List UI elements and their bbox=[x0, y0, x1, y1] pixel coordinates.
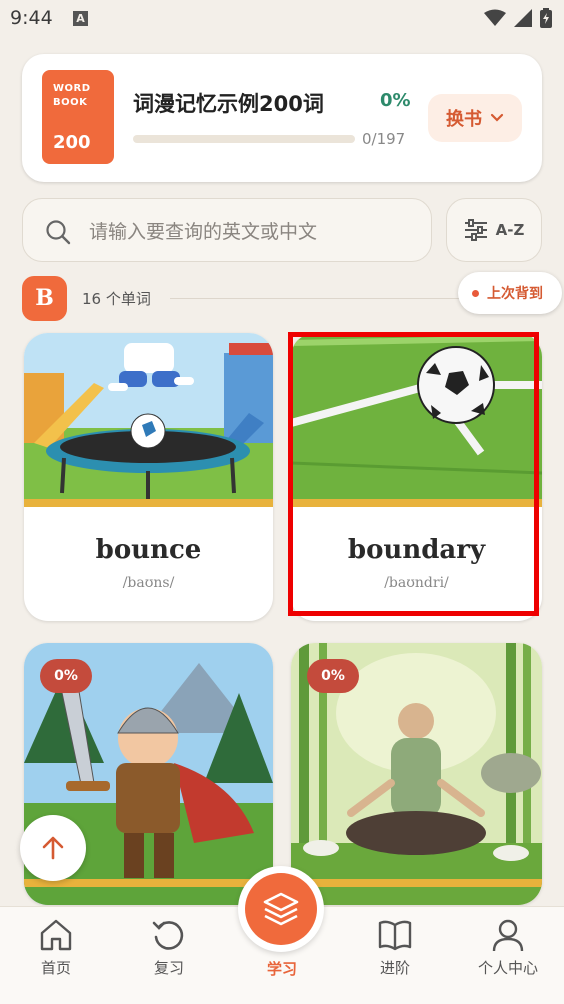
card-illustration bbox=[291, 333, 542, 499]
sort-label: A-Z bbox=[495, 221, 525, 239]
book-cover-number: 200 bbox=[53, 132, 91, 153]
home-icon bbox=[40, 919, 72, 951]
progress-percent: 0% bbox=[380, 90, 411, 111]
status-bar: 9:44 A bbox=[0, 0, 564, 40]
card-phonetic: /baʊndri/ bbox=[384, 575, 449, 591]
nav-profile-label: 个人中心 bbox=[477, 959, 538, 977]
sliders-icon bbox=[464, 219, 487, 241]
section-divider bbox=[170, 298, 470, 299]
wifi-icon bbox=[484, 9, 506, 26]
card-accent-bar bbox=[291, 879, 542, 887]
last-learned-label: 上次背到 bbox=[487, 286, 543, 302]
review-icon bbox=[152, 921, 184, 950]
nav-advanced-label: 进阶 bbox=[379, 959, 410, 977]
word-card-bounce[interactable]: bounce /baʊns/ bbox=[24, 333, 273, 621]
section-letter-badge: B bbox=[22, 276, 67, 321]
search-icon bbox=[46, 220, 71, 245]
chevron-down-icon bbox=[490, 113, 504, 122]
card-word: boundary bbox=[347, 535, 486, 565]
signal-icon bbox=[514, 9, 532, 27]
card-word: bounce bbox=[95, 535, 202, 565]
book-icon bbox=[378, 920, 412, 951]
nav-profile[interactable]: 个人中心 bbox=[468, 917, 548, 978]
nav-study-circle bbox=[245, 873, 317, 945]
scroll-top-button[interactable] bbox=[20, 815, 86, 881]
word-card-boundary[interactable]: boundary /baʊndri/ bbox=[291, 333, 542, 621]
progress-bar bbox=[133, 135, 355, 143]
notification-a-icon: A bbox=[73, 11, 88, 26]
switch-book-label: 换书 bbox=[446, 109, 482, 130]
nav-home-label: 首页 bbox=[40, 959, 71, 977]
card-illustration bbox=[24, 333, 273, 499]
progress-badge: 0% bbox=[307, 659, 359, 693]
book-cover: WORD BOOK 200 bbox=[42, 70, 114, 164]
book-title: 词漫记忆示例200词 bbox=[133, 92, 324, 116]
last-learned-button[interactable]: 上次背到 bbox=[458, 272, 562, 314]
arrow-up-icon bbox=[42, 836, 64, 860]
book-cover-tag: WORD BOOK bbox=[53, 83, 91, 108]
nav-advanced[interactable]: 进阶 bbox=[355, 917, 435, 978]
card-phonetic: /baʊns/ bbox=[122, 575, 175, 591]
word-card-meditation[interactable]: 0% bbox=[291, 643, 542, 905]
status-time: 9:44 bbox=[10, 7, 53, 29]
user-icon bbox=[492, 919, 524, 952]
card-accent-bar bbox=[291, 499, 542, 507]
dot-icon bbox=[472, 289, 479, 297]
nav-study-label[interactable]: 学习 bbox=[242, 958, 322, 979]
nav-study-button[interactable] bbox=[238, 866, 324, 952]
switch-book-button[interactable]: 换书 bbox=[428, 94, 522, 142]
wordbook-card[interactable]: WORD BOOK 200 词漫记忆示例200词 0% 0/197 换书 bbox=[22, 54, 542, 182]
nav-review-label: 复习 bbox=[153, 959, 184, 977]
section-word-count: 16 个单词 bbox=[82, 290, 151, 308]
nav-review[interactable]: 复习 bbox=[129, 917, 209, 978]
progress-count: 0/197 bbox=[362, 130, 406, 148]
progress-badge: 0% bbox=[40, 659, 92, 693]
layers-icon bbox=[263, 892, 299, 926]
card-accent-bar bbox=[24, 879, 273, 887]
search-input[interactable] bbox=[89, 219, 409, 245]
search-box[interactable] bbox=[22, 198, 432, 262]
sort-button[interactable]: A-Z bbox=[446, 198, 542, 262]
card-accent-bar bbox=[24, 499, 273, 507]
nav-home[interactable]: 首页 bbox=[16, 917, 96, 978]
battery-icon bbox=[540, 8, 552, 28]
